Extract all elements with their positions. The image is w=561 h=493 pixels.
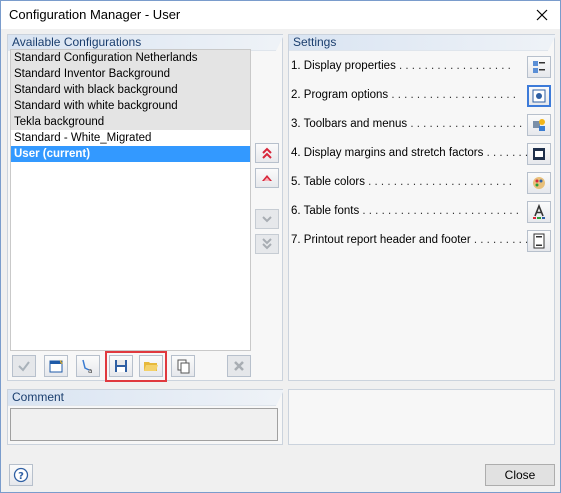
setting-label: 5. Table colors <box>291 176 365 188</box>
delete-icon <box>234 361 244 371</box>
close-button[interactable]: Close <box>485 464 555 486</box>
move-down-button[interactable] <box>255 209 279 229</box>
setting-label: 6. Table fonts <box>291 205 360 217</box>
move-to-top-button[interactable] <box>255 143 279 163</box>
svg-text:a: a <box>88 367 92 374</box>
display-properties-icon <box>533 61 545 73</box>
comment-info-panel <box>288 389 555 445</box>
down-arrow-icon <box>262 216 272 223</box>
copy-button[interactable] <box>171 355 195 377</box>
move-to-bottom-button[interactable] <box>255 234 279 254</box>
close-icon <box>536 9 548 21</box>
list-item[interactable]: Standard with white background <box>11 98 250 114</box>
configuration-manager-window: Configuration Manager - User Available C… <box>0 0 561 493</box>
printout-report-button[interactable] <box>527 230 551 252</box>
display-margins-icon <box>533 148 545 160</box>
copy-icon <box>177 359 190 374</box>
program-options-button[interactable] <box>527 85 551 107</box>
double-up-arrow-icon <box>262 147 272 159</box>
program-options-icon <box>532 89 546 103</box>
help-button[interactable]: ? <box>9 464 33 486</box>
setting-label: 2. Program options <box>291 89 389 101</box>
setting-row-table-colors: 5. Table colors . . . . . . . . . . . . … <box>291 172 553 194</box>
toolbars-menus-icon <box>533 119 545 131</box>
list-item[interactable]: Standard - White_Migrated <box>11 130 250 146</box>
move-up-button[interactable] <box>255 168 279 188</box>
rename-icon: a <box>82 359 92 374</box>
configurations-list[interactable]: Standard Configuration Netherlands Stand… <box>10 49 251 351</box>
display-margins-button[interactable] <box>527 143 551 165</box>
table-colors-icon <box>533 177 545 189</box>
setting-label: 4. Display margins and stretch factors <box>291 147 484 159</box>
display-properties-button[interactable] <box>527 56 551 78</box>
setting-row-toolbars-menus: 3. Toolbars and menus . . . . . . . . . … <box>291 114 553 136</box>
window-close-button[interactable] <box>524 1 560 29</box>
checkmark-icon <box>18 361 30 372</box>
double-down-arrow-icon <box>262 238 272 250</box>
highlight-box <box>105 351 167 382</box>
toolbars-menus-button[interactable] <box>527 114 551 136</box>
table-fonts-icon <box>533 204 545 219</box>
setting-row-display-properties: 1. Display properties . . . . . . . . . … <box>291 56 553 78</box>
up-arrow-icon <box>262 175 272 181</box>
setting-row-table-fonts: 6. Table fonts . . . . . . . . . . . . .… <box>291 201 553 223</box>
window-title: Configuration Manager - User <box>9 7 181 22</box>
new-configuration-button[interactable] <box>44 355 68 377</box>
help-icon: ? <box>13 467 29 483</box>
table-fonts-button[interactable] <box>527 201 551 223</box>
apply-button[interactable] <box>12 355 36 377</box>
list-item[interactable]: Standard with black background <box>11 82 250 98</box>
setting-label: 1. Display properties <box>291 60 396 72</box>
setting-row-printout-report: 7. Printout report header and footer . .… <box>291 230 553 252</box>
new-window-icon <box>49 359 63 373</box>
svg-text:?: ? <box>18 471 24 482</box>
settings-header: Settings <box>289 35 556 51</box>
delete-button[interactable] <box>227 355 251 377</box>
comment-input[interactable] <box>10 408 278 441</box>
rename-button[interactable]: a <box>76 355 100 377</box>
setting-label: 3. Toolbars and menus <box>291 118 408 130</box>
table-colors-button[interactable] <box>527 172 551 194</box>
comment-header: Comment <box>8 390 284 406</box>
setting-label: 7. Printout report header and footer <box>291 234 471 246</box>
title-bar: Configuration Manager - User <box>1 1 560 29</box>
setting-row-program-options: 2. Program options . . . . . . . . . . .… <box>291 85 553 107</box>
list-item[interactable]: Tekla background <box>11 114 250 130</box>
list-item[interactable]: Standard Inventor Background <box>11 66 250 82</box>
setting-row-display-margins: 4. Display margins and stretch factors .… <box>291 143 553 165</box>
list-item-selected[interactable]: User (current) <box>11 146 250 162</box>
list-item[interactable]: Standard Configuration Netherlands <box>11 50 250 66</box>
printout-report-icon <box>533 233 545 249</box>
